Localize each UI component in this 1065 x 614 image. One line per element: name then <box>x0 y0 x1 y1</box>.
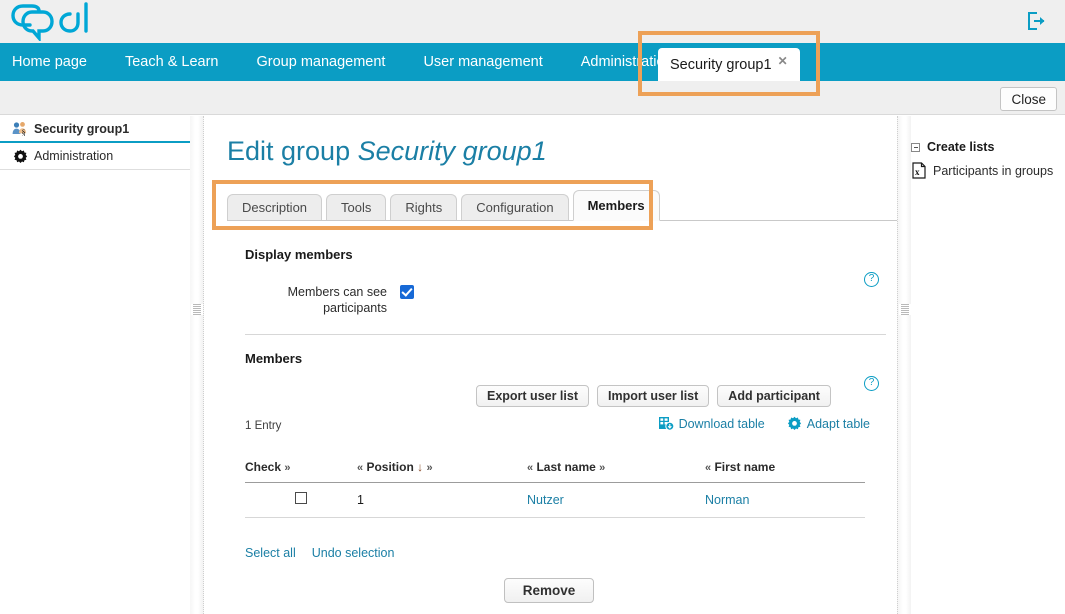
document-tab-security-group1[interactable]: Security group1 ✕ <box>658 48 800 81</box>
column-header-first-name[interactable]: « First name <box>705 453 865 483</box>
add-participant-button[interactable]: Add participant <box>717 385 831 407</box>
entry-count-label: 1 Entry <box>245 420 281 432</box>
cell-first-name: Norman <box>705 483 865 518</box>
page-title-prefix: Edit group <box>227 136 350 166</box>
first-name-link[interactable]: Norman <box>705 493 749 507</box>
members-can-see-participants-row: Members can see participants <box>245 284 895 324</box>
row-select-checkbox[interactable] <box>295 492 307 504</box>
remove-button-wrapper: Remove <box>212 578 853 603</box>
tab-description[interactable]: Description <box>227 194 322 221</box>
nav-item-teach-and-learn[interactable]: Teach & Learn <box>106 43 238 81</box>
column-header-last-name[interactable]: « Last name » <box>527 453 705 483</box>
cell-check <box>245 483 357 518</box>
tab-configuration[interactable]: Configuration <box>461 194 568 221</box>
column-prev-icon[interactable]: « <box>527 462 533 474</box>
column-next-icon[interactable]: » <box>284 462 290 474</box>
section-divider <box>245 334 886 335</box>
members-can-see-participants-checkbox[interactable] <box>400 285 414 299</box>
download-table-icon <box>659 417 674 431</box>
create-lists-group-header[interactable]: Create lists <box>911 140 1065 154</box>
close-icon[interactable]: ✕ <box>778 55 788 67</box>
tab-rights[interactable]: Rights <box>390 194 457 221</box>
table-header-row: Check » « Position ↓ » « Last name » <box>245 453 865 483</box>
help-icon[interactable]: ? <box>864 272 879 287</box>
sub-header: Close <box>0 81 1065 115</box>
participants-in-groups-item[interactable]: x Participants in groups <box>911 162 1065 179</box>
left-splitter-handle[interactable] <box>190 116 204 614</box>
column-label-check: Check <box>245 460 281 474</box>
right-sidebar: Create lists x Participants in groups <box>911 116 1065 614</box>
display-members-section-title: Display members <box>245 247 353 262</box>
main-navigation-bar: Home page Teach & Learn Group management… <box>0 43 1065 81</box>
participants-in-groups-label: Participants in groups <box>933 164 1053 178</box>
sidebar-item-label: Security group1 <box>34 122 129 136</box>
column-label-position: Position <box>366 460 413 474</box>
help-icon[interactable]: ? <box>864 376 879 391</box>
tab-tools[interactable]: Tools <box>326 194 386 221</box>
cell-position: 1 <box>357 483 527 518</box>
adapt-table-label: Adapt table <box>807 417 870 431</box>
excel-file-icon: x <box>912 162 927 179</box>
top-header <box>0 0 1065 43</box>
cell-last-name: Nutzer <box>527 483 705 518</box>
members-action-buttons: Export user list Import user list Add pa… <box>476 385 839 407</box>
remove-button[interactable]: Remove <box>504 578 595 603</box>
content-tabs: Description Tools Rights Configuration M… <box>227 190 897 221</box>
page-title: Edit group Security group1 <box>227 136 547 167</box>
download-table-link[interactable]: Download table <box>659 417 765 431</box>
sort-descending-icon[interactable]: ↓ <box>417 460 423 474</box>
members-table: Check » « Position ↓ » « Last name » <box>245 453 865 518</box>
app-root: Home page Teach & Learn Group management… <box>0 0 1065 614</box>
main-content: Edit group Security group1 Description T… <box>212 116 897 614</box>
undo-selection-link[interactable]: Undo selection <box>312 546 395 560</box>
svg-text:x: x <box>915 167 920 177</box>
column-prev-icon[interactable]: « <box>357 462 363 474</box>
group-users-icon: § <box>12 120 29 137</box>
close-button[interactable]: Close <box>1000 87 1057 111</box>
sidebar-item-label: Administration <box>34 149 113 163</box>
sidebar-item-administration[interactable]: Administration <box>0 143 190 170</box>
nav-item-group-management[interactable]: Group management <box>237 43 404 81</box>
right-splitter-handle[interactable] <box>897 116 911 614</box>
splitter-grip[interactable] <box>899 304 911 315</box>
left-sidebar: § Security group1 Administration <box>0 116 190 614</box>
select-all-link[interactable]: Select all <box>245 546 296 560</box>
selection-links: Select all Undo selection <box>245 546 410 560</box>
export-user-list-button[interactable]: Export user list <box>476 385 589 407</box>
adapt-table-link[interactable]: Adapt table <box>787 416 870 431</box>
nav-item-user-management[interactable]: User management <box>404 43 561 81</box>
column-header-position[interactable]: « Position ↓ » <box>357 453 527 483</box>
tab-members[interactable]: Members <box>573 190 660 221</box>
column-prev-icon[interactable]: « <box>705 462 711 474</box>
logout-icon[interactable] <box>1025 10 1047 32</box>
sidebar-item-security-group1[interactable]: § Security group1 <box>0 116 190 143</box>
last-name-link[interactable]: Nutzer <box>527 493 564 507</box>
column-next-icon[interactable]: » <box>599 462 605 474</box>
members-table-body: 1 Nutzer Norman <box>245 483 865 518</box>
nav-item-home-page[interactable]: Home page <box>0 43 106 81</box>
page-title-group-name: Security group1 <box>358 136 547 166</box>
collapse-icon[interactable] <box>911 143 920 152</box>
gear-icon <box>787 416 802 431</box>
download-table-label: Download table <box>679 417 765 431</box>
members-can-see-participants-label: Members can see participants <box>265 284 387 316</box>
svg-text:§: § <box>22 129 26 136</box>
tab-underline <box>227 220 897 221</box>
column-next-icon[interactable]: » <box>427 462 433 474</box>
column-label-first-name: First name <box>714 460 775 474</box>
opal-logo[interactable] <box>8 1 92 41</box>
table-tools: Download table Adapt table <box>637 416 870 431</box>
gear-icon <box>12 148 29 165</box>
nav-items: Home page Teach & Learn Group management… <box>0 43 692 81</box>
column-header-check[interactable]: Check » <box>245 453 357 483</box>
import-user-list-button[interactable]: Import user list <box>597 385 709 407</box>
column-label-last-name: Last name <box>536 460 595 474</box>
members-section-title: Members <box>245 351 302 366</box>
document-tab-label: Security group1 <box>670 57 772 73</box>
table-row: 1 Nutzer Norman <box>245 483 865 518</box>
create-lists-label: Create lists <box>927 140 994 154</box>
members-table-head: Check » « Position ↓ » « Last name » <box>245 453 865 483</box>
splitter-grip[interactable] <box>191 304 203 315</box>
